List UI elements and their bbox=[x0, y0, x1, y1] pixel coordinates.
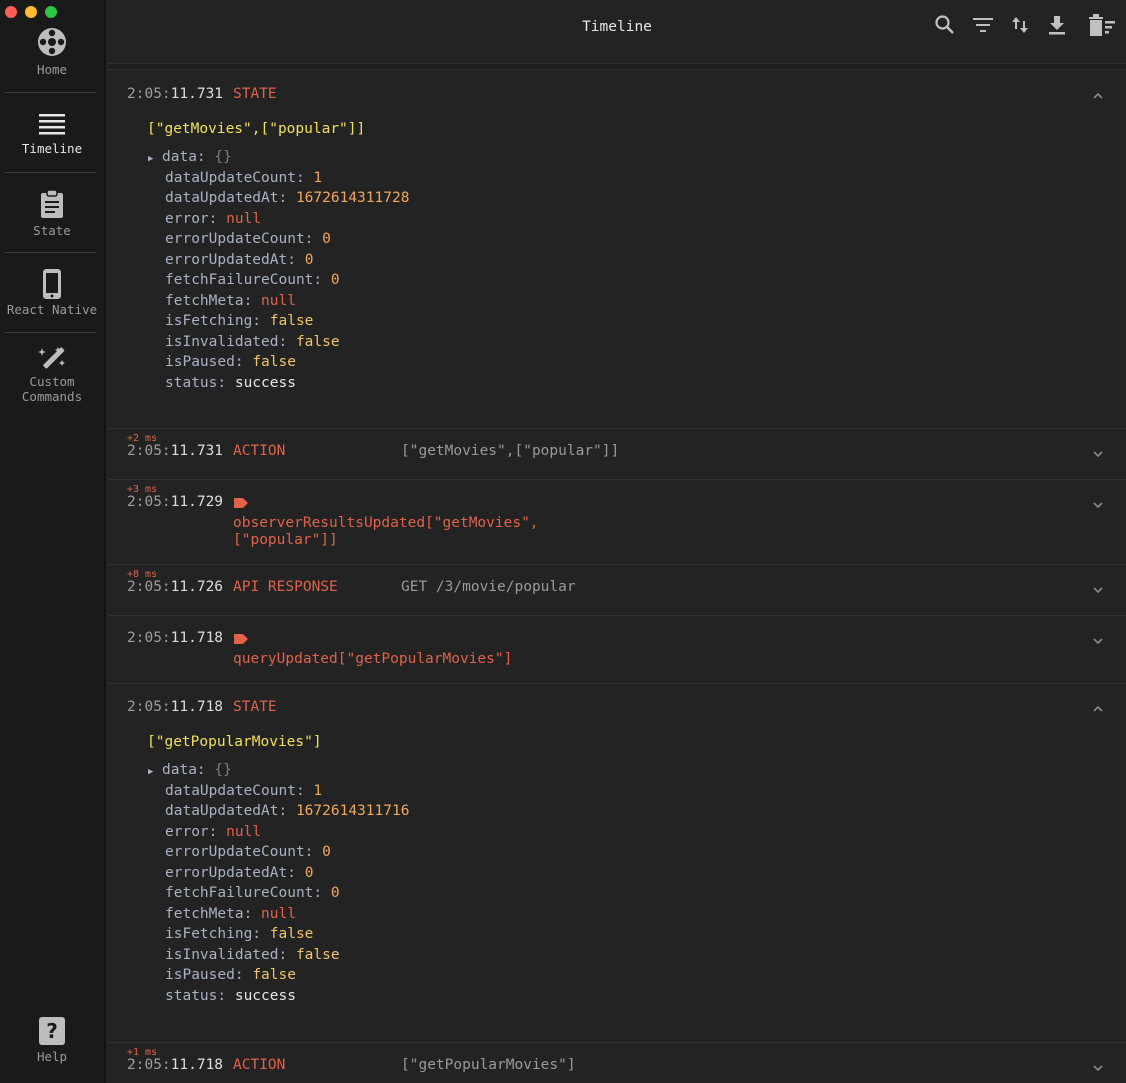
tree-row: dataUpdatedAt: 1672614311716 bbox=[165, 803, 410, 819]
sidebar-item-label: Custom bbox=[29, 374, 75, 389]
expand-triangle-icon[interactable]: ▶ bbox=[148, 762, 162, 783]
chevron-down-icon[interactable] bbox=[1092, 584, 1104, 596]
clear-icon[interactable] bbox=[1087, 13, 1117, 37]
sidebar-item-home[interactable]: Home bbox=[0, 27, 104, 77]
svg-text:?: ? bbox=[46, 1019, 58, 1043]
entry-type: STATE bbox=[233, 86, 277, 102]
chevron-up-icon[interactable] bbox=[1092, 703, 1104, 715]
sidebar-divider bbox=[4, 252, 96, 253]
search-icon[interactable] bbox=[933, 13, 957, 37]
tree-row: errorUpdateCount: 0 bbox=[165, 844, 331, 860]
tree-row: dataUpdateCount: 1 bbox=[165, 169, 323, 186]
tree-row: fetchMeta: null bbox=[165, 292, 296, 309]
chevron-up-icon[interactable] bbox=[1092, 90, 1104, 102]
phone-icon bbox=[43, 269, 61, 299]
tree-row: dataUpdateCount: 1 bbox=[165, 782, 323, 799]
tree-row-data[interactable]: ▶ data: {} bbox=[148, 760, 409, 781]
entry-type: API RESPONSE bbox=[233, 579, 338, 595]
sidebar-item-label: State bbox=[33, 223, 71, 238]
minimize-window-button[interactable] bbox=[25, 6, 37, 18]
tree-row-data[interactable]: ▶ data: {} bbox=[148, 147, 409, 168]
sidebar-item-state[interactable]: State bbox=[0, 190, 104, 238]
chevron-down-icon[interactable] bbox=[1092, 1062, 1104, 1074]
timeline-entry-display[interactable]: 2:05:11.718 queryUpdated["getPopularMovi… bbox=[108, 616, 1126, 684]
tree-row: isFetching: false bbox=[165, 926, 314, 942]
tree-row: errorUpdatedAt: 0 bbox=[165, 251, 314, 268]
zoom-window-button[interactable] bbox=[45, 6, 57, 18]
sidebar-divider bbox=[4, 332, 96, 333]
timeline-entry-api-response[interactable]: +8 ms 2:05:11.726 API RESPONSE GET /3/mo… bbox=[108, 565, 1126, 616]
timeline-entry-action[interactable]: +1 ms 2:05:11.718 ACTION ["getPopularMov… bbox=[108, 1043, 1126, 1083]
home-reel-icon bbox=[38, 28, 66, 56]
sidebar-item-label: React Native bbox=[6, 302, 98, 317]
sidebar-item-timeline[interactable]: Timeline bbox=[0, 113, 104, 156]
help-icon: ? bbox=[39, 1017, 65, 1045]
close-window-button[interactable] bbox=[5, 6, 17, 18]
entry-time: 2:05:11.718 bbox=[127, 630, 224, 646]
sidebar-item-react-native[interactable]: React Native bbox=[0, 269, 104, 317]
magic-wand-icon bbox=[38, 347, 65, 369]
tree-row: error: null bbox=[165, 210, 262, 227]
entry-type: STATE bbox=[233, 699, 277, 715]
tree-row: status: success bbox=[165, 987, 296, 1004]
chevron-down-icon[interactable] bbox=[1092, 448, 1104, 460]
entry-display-text: observerResultsUpdated["getMovies", ["po… bbox=[233, 515, 539, 548]
tree-row: fetchFailureCount: 0 bbox=[165, 885, 340, 901]
entry-summary: GET /3/movie/popular bbox=[401, 579, 576, 595]
entry-type: ACTION bbox=[233, 443, 286, 459]
timeline-list-icon bbox=[39, 114, 65, 135]
header: Timeline bbox=[108, 0, 1126, 64]
timeline-entry-state[interactable]: 2:05:11.718 STATE ["getPopularMovies"] ▶… bbox=[108, 684, 1126, 1043]
tree-row: status: success bbox=[165, 374, 296, 391]
tag-icon bbox=[234, 634, 248, 644]
sidebar-item-label: Commands bbox=[21, 389, 83, 404]
entry-time: 2:05:11.718 bbox=[127, 1057, 224, 1073]
tree-row: dataUpdatedAt: 1672614311728 bbox=[165, 190, 410, 206]
entry-time: 2:05:11.726 bbox=[127, 579, 224, 595]
sidebar-item-label: Home bbox=[36, 62, 68, 77]
entry-time: 2:05:11.718 bbox=[127, 699, 224, 715]
timeline-entry-display[interactable]: +3 ms 2:05:11.729 observerResultsUpdated… bbox=[108, 480, 1126, 565]
chevron-down-icon[interactable] bbox=[1092, 635, 1104, 647]
tree-row: fetchMeta: null bbox=[165, 905, 296, 922]
sidebar-item-label: Help bbox=[36, 1049, 68, 1064]
tree-row: isInvalidated: false bbox=[165, 946, 340, 963]
expand-triangle-icon[interactable]: ▶ bbox=[148, 149, 162, 170]
state-key: ["getMovies",["popular"]] bbox=[147, 121, 366, 137]
entry-display-text: queryUpdated["getPopularMovies"] bbox=[233, 651, 513, 667]
sort-icon[interactable] bbox=[1008, 13, 1032, 37]
sidebar-item-help[interactable]: ? Help bbox=[0, 1017, 104, 1064]
sidebar-divider bbox=[4, 92, 96, 93]
sidebar-divider bbox=[4, 172, 96, 173]
tree-row: errorUpdatedAt: 0 bbox=[165, 864, 314, 881]
chevron-down-icon[interactable] bbox=[1092, 499, 1104, 511]
entry-summary: ["getMovies",["popular"]] bbox=[401, 443, 620, 459]
window-controls bbox=[5, 6, 57, 18]
download-icon[interactable] bbox=[1045, 13, 1069, 37]
state-tree: ▶ data: {} dataUpdateCount: 1 dataUpdated… bbox=[148, 760, 409, 1006]
entry-time: 2:05:11.729 bbox=[127, 494, 224, 510]
timeline-entry-state[interactable]: 2:05:11.731 STATE ["getMovies",["popular… bbox=[108, 70, 1126, 429]
state-key: ["getPopularMovies"] bbox=[147, 734, 322, 750]
tree-row: fetchFailureCount: 0 bbox=[165, 272, 340, 288]
tree-row: errorUpdateCount: 0 bbox=[165, 231, 331, 247]
tag-icon bbox=[234, 498, 248, 508]
sidebar-item-custom-commands[interactable]: Custom Commands bbox=[0, 346, 104, 404]
tree-row: isPaused: false bbox=[165, 354, 296, 370]
clipboard-icon bbox=[41, 190, 63, 218]
tree-row: isInvalidated: false bbox=[165, 333, 340, 350]
tree-row: isFetching: false bbox=[165, 313, 314, 329]
sidebar: Home Timeline State React Native Custom … bbox=[0, 0, 106, 1083]
entry-type: ACTION bbox=[233, 1057, 286, 1073]
entry-time: 2:05:11.731 bbox=[127, 443, 224, 459]
filter-icon[interactable] bbox=[971, 13, 995, 37]
tree-row: error: null bbox=[165, 823, 262, 840]
entry-time: 2:05:11.731 bbox=[127, 86, 224, 102]
entry-summary: ["getPopularMovies"] bbox=[401, 1057, 576, 1073]
tree-row: isPaused: false bbox=[165, 967, 296, 983]
state-tree: ▶ data: {} dataUpdateCount: 1 dataUpdated… bbox=[148, 147, 409, 393]
timeline-list[interactable]: 2:05:11.731 STATE ["getMovies",["popular… bbox=[108, 70, 1126, 1083]
timeline-entry-action[interactable]: +2 ms 2:05:11.731 ACTION ["getMovies",["… bbox=[108, 429, 1126, 480]
sidebar-item-label: Timeline bbox=[21, 141, 83, 156]
